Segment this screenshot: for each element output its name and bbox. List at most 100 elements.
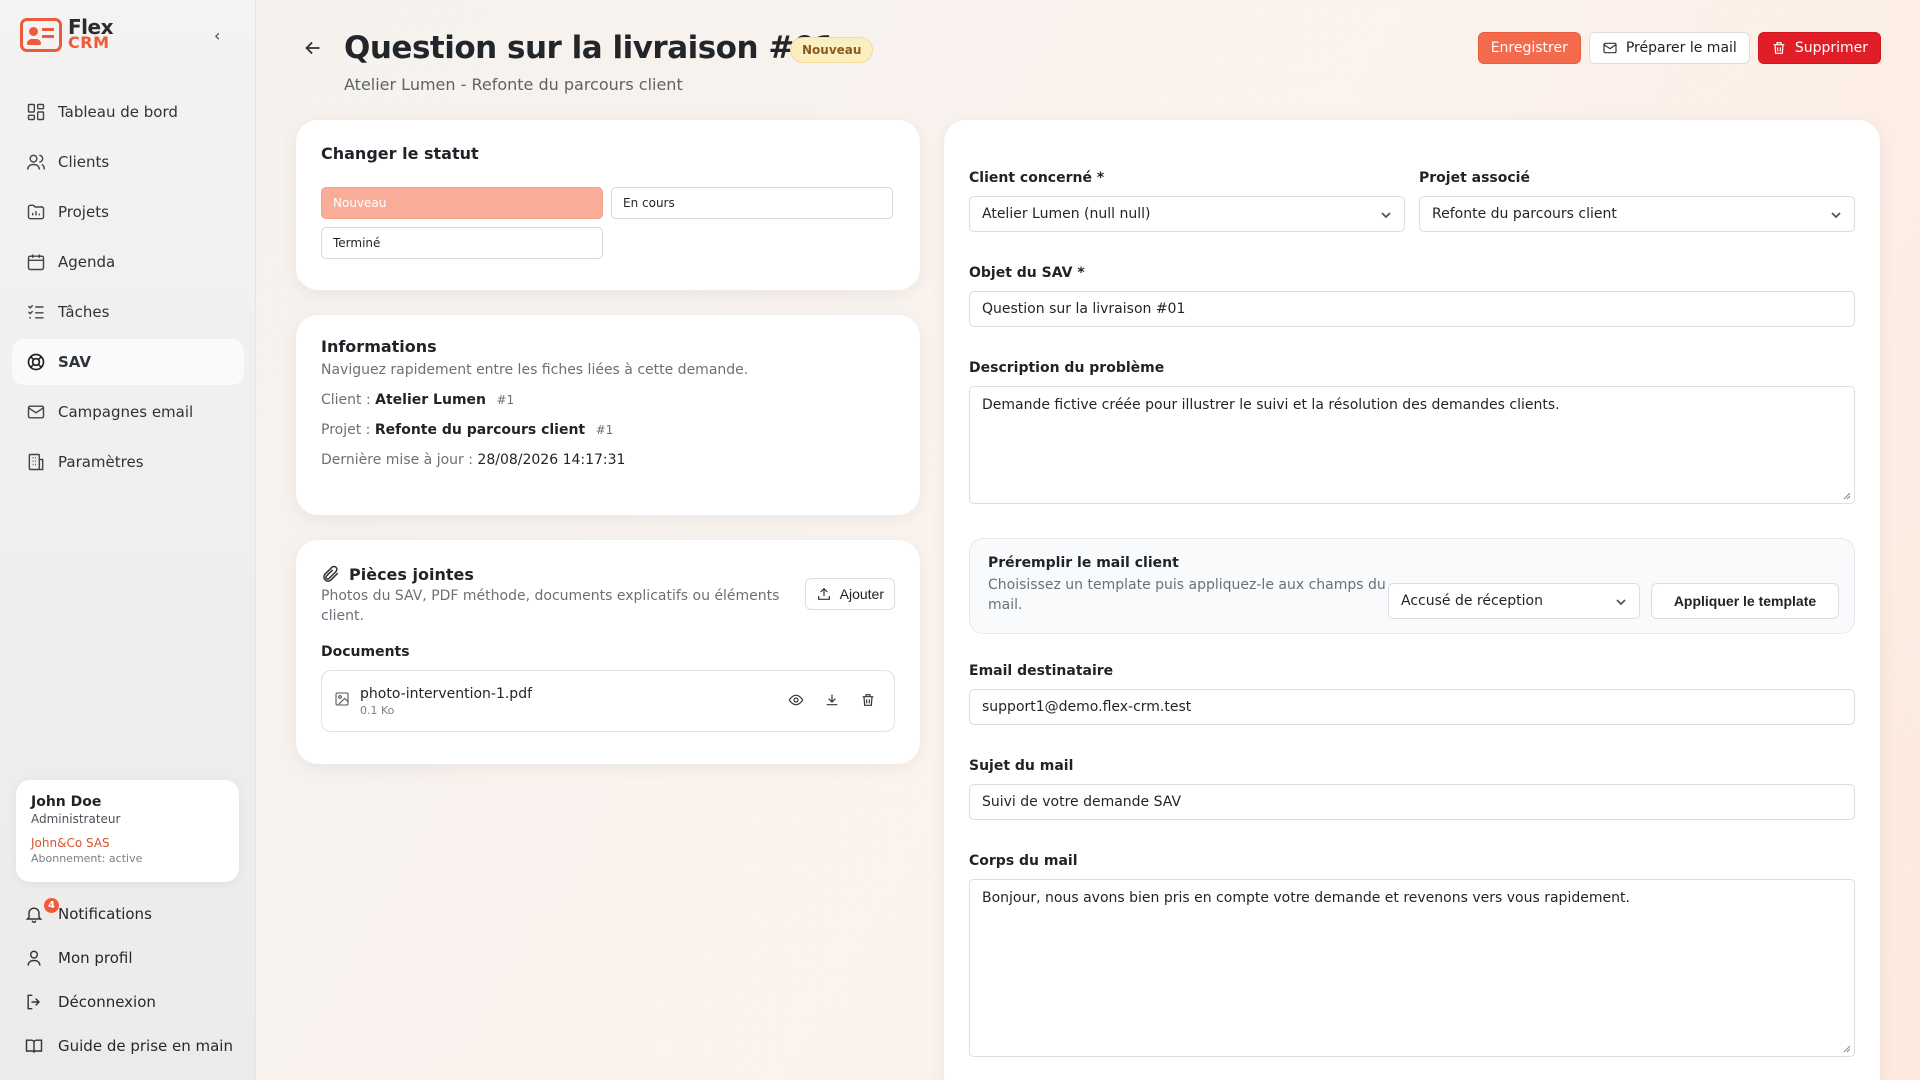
prefill-title: Préremplir le mail client	[988, 555, 1179, 571]
mail-subject-input[interactable]: Suivi de votre demande SAV	[969, 784, 1855, 820]
sidebar-item-label: Agenda	[58, 253, 116, 271]
resize-handle-icon[interactable]	[1841, 490, 1851, 500]
sidebar-item-dashboard[interactable]: Tableau de bord	[12, 89, 244, 135]
delete-label: Supprimer	[1794, 40, 1868, 56]
resize-handle-icon[interactable]	[1841, 1043, 1851, 1053]
trash-icon	[1773, 42, 1785, 54]
logout-link[interactable]: Déconnexion	[24, 980, 234, 1024]
template-select[interactable]: Accusé de réception	[1388, 583, 1640, 619]
eye-icon[interactable]	[788, 692, 804, 708]
lifebuoy-icon	[27, 353, 45, 371]
description-label: Description du problème	[969, 360, 1165, 376]
download-icon[interactable]	[824, 692, 840, 708]
logout-icon	[27, 994, 41, 1010]
sidebar-item-sav[interactable]: SAV	[12, 339, 244, 385]
upload-icon	[817, 587, 830, 600]
attachments-description: Photos du SAV, PDF méthode, documents ex…	[321, 588, 780, 624]
info-client-label: Client :	[321, 392, 371, 408]
sidebar-item-settings[interactable]: Paramètres	[12, 439, 244, 485]
email-input[interactable]: support1@demo.flex-crm.test	[969, 689, 1855, 725]
tasks-icon	[27, 304, 44, 319]
description-textarea-value: Demande fictive créée pour illustrer le …	[982, 397, 1560, 413]
user-icon	[27, 950, 41, 966]
sidebar-nav: Tableau de bord Clients Projets Agenda T…	[12, 89, 244, 489]
status-card-title: Changer le statut	[321, 144, 479, 163]
subject-input[interactable]: Question sur la livraison #01	[969, 291, 1855, 327]
status-badge: Nouveau	[790, 37, 874, 63]
sidebar: Flex CRM ‹ Tableau de bord Clients Proje…	[0, 0, 256, 1080]
mail-body-textarea[interactable]: Bonjour, nous avons bien pris en compte …	[969, 879, 1855, 1057]
arrow-left-icon	[305, 41, 320, 55]
app-logo[interactable]: Flex CRM	[20, 17, 113, 52]
info-client-link[interactable]: Atelier Lumen	[375, 392, 486, 408]
prepare-mail-label: Préparer le mail	[1625, 40, 1737, 56]
user-role: Administrateur	[31, 812, 121, 826]
prefill-description: Choisissez un template puis appliquez-le…	[988, 577, 1386, 613]
sav-form-card: Client concerné * Atelier Lumen (null nu…	[944, 120, 1880, 1080]
user-name: John Doe	[31, 794, 102, 810]
sidebar-item-email-campaigns[interactable]: Campagnes email	[12, 389, 244, 435]
guide-link[interactable]: Guide de prise en main	[24, 1024, 234, 1068]
info-updated-line: Dernière mise à jour : 28/08/2026 14:17:…	[321, 452, 895, 468]
save-button[interactable]: Enregistrer	[1477, 32, 1581, 64]
mail-icon	[1603, 42, 1617, 54]
logo-icon	[20, 18, 62, 52]
sidebar-item-label: Tableau de bord	[58, 103, 178, 121]
back-button[interactable]	[302, 37, 324, 63]
guide-label: Guide de prise en main	[58, 1037, 233, 1055]
sidebar-item-agenda[interactable]: Agenda	[12, 239, 244, 285]
apply-template-button[interactable]: Appliquer le template	[1651, 583, 1839, 619]
book-icon	[25, 1039, 43, 1053]
delete-button[interactable]: Supprimer	[1757, 32, 1881, 64]
status-options: Nouveau En cours Terminé	[321, 187, 895, 259]
notifications-label: Notifications	[58, 905, 152, 923]
chevron-down-icon	[1616, 599, 1626, 606]
folder-chart-icon	[27, 204, 45, 220]
user-card[interactable]: John Doe Administrateur John&Co SAS Abon…	[16, 780, 239, 882]
sidebar-item-clients[interactable]: Clients	[12, 139, 244, 185]
email-field: Email destinataire support1@demo.flex-cr…	[969, 663, 1855, 725]
sidebar-item-projects[interactable]: Projets	[12, 189, 244, 235]
status-option-termine[interactable]: Terminé	[321, 227, 603, 259]
client-label: Client concerné *	[969, 170, 1105, 186]
client-select[interactable]: Atelier Lumen (null null)	[969, 196, 1405, 232]
sidebar-item-label: Tâches	[58, 303, 110, 321]
collapse-sidebar-icon[interactable]: ‹	[214, 26, 220, 45]
mail-subject-field: Sujet du mail Suivi de votre demande SAV	[969, 758, 1855, 820]
prepare-mail-button[interactable]: Préparer le mail	[1588, 32, 1750, 64]
client-field: Client concerné * Atelier Lumen (null nu…	[969, 170, 1405, 232]
project-select[interactable]: Refonte du parcours client	[1419, 196, 1855, 232]
page-subtitle: Atelier Lumen - Refonte du parcours clie…	[344, 75, 683, 94]
logout-label: Déconnexion	[58, 993, 156, 1011]
chevron-down-icon	[1381, 212, 1391, 219]
description-field: Description du problème Demande fictive …	[969, 360, 1855, 504]
info-client-ref: #1	[496, 393, 515, 407]
users-icon	[26, 154, 46, 170]
project-select-value: Refonte du parcours client	[1432, 206, 1617, 222]
trash-icon[interactable]	[860, 692, 876, 708]
dashboard-icon	[27, 103, 45, 121]
page-title: Question sur la livraison #01	[344, 30, 836, 66]
info-card: Informations Naviguez rapidement entre l…	[296, 315, 920, 515]
status-card: Changer le statut Nouveau En cours Termi…	[296, 120, 920, 290]
info-client-line: Client : Atelier Lumen #1	[321, 392, 895, 408]
status-option-nouveau[interactable]: Nouveau	[321, 187, 603, 219]
info-project-ref: #1	[595, 423, 614, 437]
info-project-link[interactable]: Refonte du parcours client	[375, 422, 585, 438]
sidebar-item-tasks[interactable]: Tâches	[12, 289, 244, 335]
profile-link[interactable]: Mon profil	[24, 936, 234, 980]
user-organization: John&Co SAS	[31, 836, 110, 850]
info-project-label: Projet :	[321, 422, 371, 438]
description-textarea[interactable]: Demande fictive créée pour illustrer le …	[969, 386, 1855, 504]
sidebar-bottom-links: 4 Notifications Mon profil Déconnexion G…	[24, 892, 234, 1068]
add-attachment-button[interactable]: Ajouter	[804, 578, 895, 610]
client-select-value: Atelier Lumen (null null)	[982, 206, 1151, 222]
mail-body-label: Corps du mail	[969, 853, 1078, 869]
prefill-mail-panel: Préremplir le mail client Choisissez un …	[969, 538, 1855, 634]
status-option-en-cours[interactable]: En cours	[611, 187, 893, 219]
documents-label: Documents	[321, 644, 410, 660]
notifications-link[interactable]: 4 Notifications	[24, 892, 234, 936]
paperclip-icon	[323, 565, 339, 582]
info-project-line: Projet : Refonte du parcours client #1	[321, 422, 895, 438]
bell-icon	[25, 907, 43, 923]
